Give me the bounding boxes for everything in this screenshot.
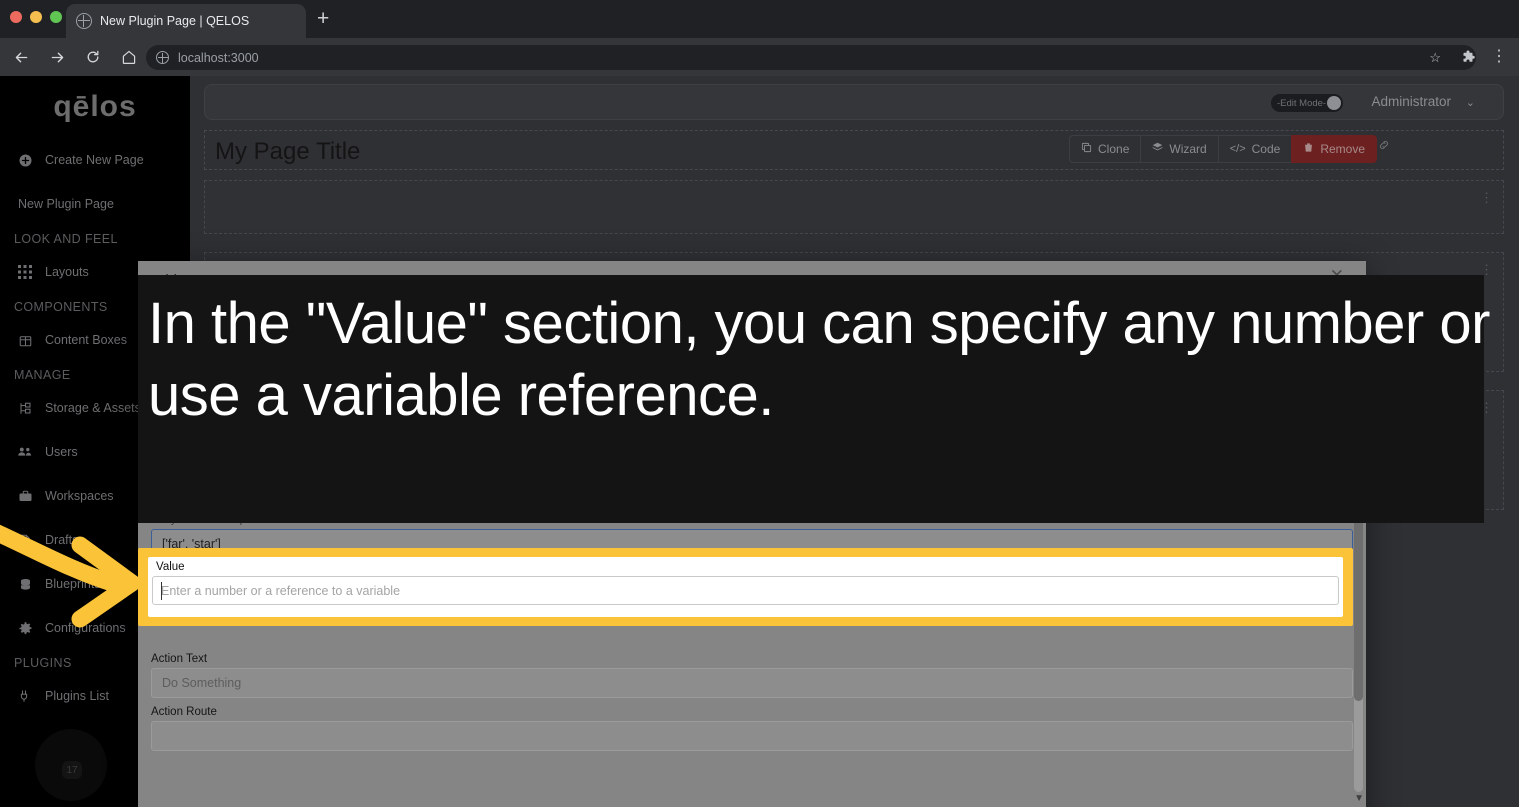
browser-tab-bar: New Plugin Page | QELOS + xyxy=(0,0,1519,38)
clone-button[interactable]: Clone xyxy=(1069,135,1141,163)
callout-arrow-icon xyxy=(0,524,141,628)
value-input[interactable]: Enter a number or a reference to a varia… xyxy=(152,576,1339,605)
action-route-input[interactable] xyxy=(151,721,1353,751)
browser-toolbar: localhost:3000 ☆ ⋮ xyxy=(0,38,1519,76)
sidebar-item-label: Plugins List xyxy=(45,689,109,703)
kebab-menu-icon[interactable]: ⋮ xyxy=(1491,48,1507,65)
sidebar-item-new-plugin-page[interactable]: New Plugin Page xyxy=(0,188,190,220)
globe-icon xyxy=(156,51,169,64)
sidebar-badge-count: 17 xyxy=(62,761,82,779)
new-tab-button[interactable]: + xyxy=(317,8,329,29)
maximize-window-button[interactable] xyxy=(50,11,62,23)
field-action-text: Action Text Do Something xyxy=(151,653,1353,698)
plus-circle-icon xyxy=(16,151,34,169)
value-field-container: Value Enter a number or a reference to a… xyxy=(148,557,1343,617)
kebab-menu-icon[interactable]: ⋮ xyxy=(1480,263,1493,276)
field-label: Action Text xyxy=(151,653,208,665)
home-icon[interactable] xyxy=(114,42,144,72)
action-text-input[interactable]: Do Something xyxy=(151,668,1353,698)
copy-icon xyxy=(1081,142,1092,156)
button-label: Clone xyxy=(1098,142,1130,156)
chevron-down-icon[interactable]: ⌄ xyxy=(1466,96,1475,109)
grid-icon xyxy=(16,263,34,281)
value-field-highlight: Value Enter a number or a reference to a… xyxy=(138,548,1353,626)
value-input-placeholder: Enter a number or a reference to a varia… xyxy=(161,583,401,598)
value-field-label: Value xyxy=(156,561,185,573)
wizard-button[interactable]: Wizard xyxy=(1140,135,1218,163)
sidebar-item-label: Storage & Assets xyxy=(45,401,141,415)
kebab-menu-icon[interactable]: ⋮ xyxy=(1480,191,1493,204)
app-header: -Edit Mode- Administrator ⌄ xyxy=(204,84,1504,120)
sidebar-item-label: New Plugin Page xyxy=(18,197,114,211)
button-label: Remove xyxy=(1320,142,1365,156)
plug-icon xyxy=(16,687,34,705)
users-icon xyxy=(16,443,34,461)
qelos-logo: qēlos xyxy=(53,90,137,123)
trash-icon xyxy=(1303,142,1314,156)
back-arrow-icon[interactable] xyxy=(6,42,36,72)
sidebar-item-label: Content Boxes xyxy=(45,333,127,347)
minimize-window-button[interactable] xyxy=(30,11,42,23)
user-menu-label[interactable]: Administrator xyxy=(1371,94,1451,109)
storage-icon xyxy=(16,399,34,417)
edit-mode-label: -Edit Mode- xyxy=(1277,97,1327,109)
reload-icon[interactable] xyxy=(78,42,108,72)
sidebar-item-label: Workspaces xyxy=(45,489,114,503)
sidebar-item-label: Layouts xyxy=(45,265,89,279)
instruction-text: In the "Value" section, you can specify … xyxy=(148,291,1490,428)
link-icon[interactable] xyxy=(1377,138,1391,157)
input-value: Do Something xyxy=(162,676,242,690)
forward-arrow-icon[interactable] xyxy=(42,42,72,72)
layers-icon xyxy=(1152,142,1163,156)
browser-tab-title: New Plugin Page | QELOS xyxy=(100,14,250,28)
edit-mode-toggle[interactable]: -Edit Mode- xyxy=(1271,94,1343,112)
browser-tab[interactable]: New Plugin Page | QELOS xyxy=(66,4,306,38)
remove-button[interactable]: Remove xyxy=(1291,135,1377,163)
sidebar-group-look-and-feel: LOOK AND FEEL xyxy=(14,232,118,246)
screenshot-root: New Plugin Page | QELOS + localhost:3000… xyxy=(0,0,1519,807)
close-window-button[interactable] xyxy=(10,11,22,23)
puzzle-icon[interactable] xyxy=(1462,49,1477,69)
briefcase-icon xyxy=(16,487,34,505)
star-icon[interactable]: ☆ xyxy=(1429,50,1441,66)
page-toolbar: Clone Wizard </> Code Remove xyxy=(1069,129,1389,169)
page-title: My Page Title xyxy=(215,138,361,165)
sidebar-item-create-new-page[interactable]: Create New Page xyxy=(0,144,190,176)
box-icon xyxy=(16,331,34,349)
sidebar-item-label: Create New Page xyxy=(45,153,144,167)
modal-footer: Cancel Back Confirm xyxy=(138,794,1366,807)
address-bar[interactable]: localhost:3000 xyxy=(146,45,1476,70)
window-traffic-lights xyxy=(10,11,62,23)
page-title-row: My Page Title Clone Wizard </> Code Remo… xyxy=(204,130,1504,170)
code-button[interactable]: </> Code xyxy=(1217,135,1292,163)
sidebar-item-label: Users xyxy=(45,445,78,459)
globe-icon xyxy=(76,13,92,29)
content-box[interactable]: ⋮ xyxy=(204,180,1504,234)
field-action-route: Action Route xyxy=(151,706,1353,751)
edit-mode-knob xyxy=(1327,96,1341,110)
field-label: Action Route xyxy=(151,706,217,718)
button-label: Code xyxy=(1251,142,1281,156)
url-text: localhost:3000 xyxy=(178,50,259,65)
code-icon: </> xyxy=(1229,143,1246,155)
button-label: Wizard xyxy=(1169,142,1207,156)
